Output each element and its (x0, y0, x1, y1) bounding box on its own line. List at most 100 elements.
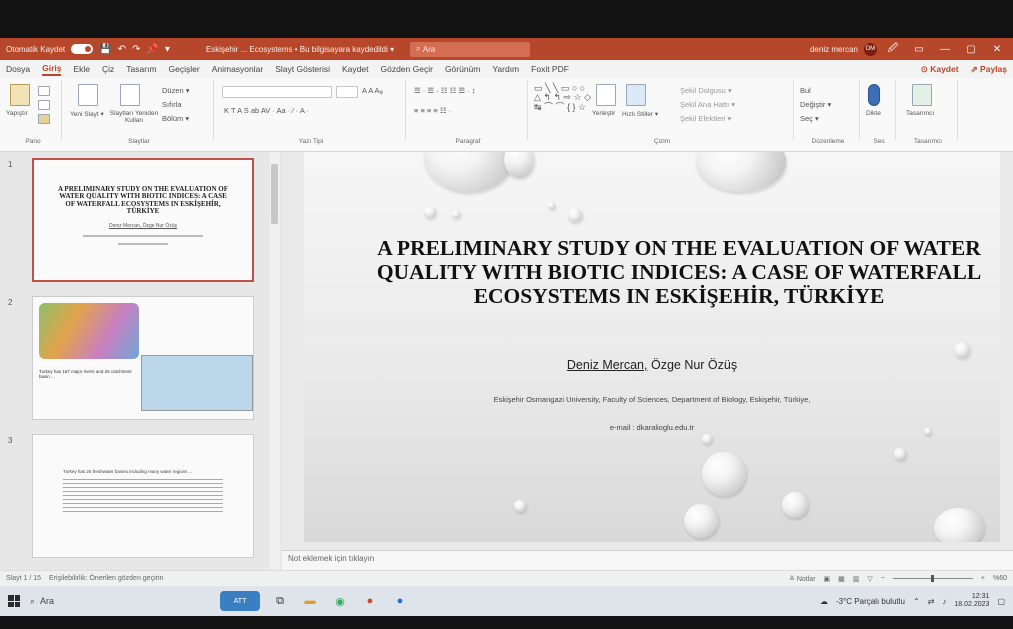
tab-home[interactable]: Giriş (42, 63, 62, 76)
zoom-level[interactable]: %60 (993, 575, 1007, 582)
notes-button[interactable]: ≙ Notlar (789, 575, 815, 583)
slide-thumbnail-2[interactable]: Turkey has 187 major rivers and 25 catch… (32, 296, 254, 420)
record-button[interactable]: ⊙ Kaydet (921, 64, 959, 75)
tab-animations[interactable]: Animasyonlar (212, 64, 264, 74)
new-slide-label[interactable]: Yeni Slayt ▾ (70, 110, 104, 118)
tray-chevron-icon[interactable]: ⌃ (913, 597, 920, 606)
normal-view-icon[interactable]: ▣ (824, 575, 831, 583)
current-slide[interactable]: A PRELIMINARY STUDY ON THE EVALUATION OF… (304, 152, 1000, 542)
new-slide-icon[interactable] (78, 84, 98, 106)
weather-text[interactable]: -3°C Parçalı bulutlu (836, 597, 905, 606)
volume-icon[interactable]: ♪ (942, 597, 946, 606)
slide-affiliation[interactable]: Eskişehir Osmangazi University, Faculty … (304, 395, 1000, 404)
file-explorer-icon[interactable]: ▬ (300, 591, 320, 611)
reset-button[interactable]: Sıfırla (162, 100, 182, 109)
microphone-icon[interactable] (868, 84, 880, 106)
redo-icon[interactable]: ↷ (132, 44, 140, 55)
paste-label[interactable]: Yapıştır (6, 110, 28, 117)
tab-record[interactable]: Kaydet (342, 64, 368, 74)
save-icon[interactable]: 💾 (99, 44, 111, 55)
tab-review[interactable]: Gözden Geçir (380, 64, 432, 74)
group-paragraph: ☰ · ☰ · ☷ ☷ ☰ · ↕ ≡ ≡ ≡ ≡ ☷ · (408, 80, 528, 140)
alignment-icon[interactable]: ≡ ≡ ≡ ≡ ☷ · (414, 106, 451, 115)
grow-shrink-font-icon[interactable]: A A Aᵩ (362, 86, 383, 95)
section-button[interactable]: Bölüm ▾ (162, 114, 189, 123)
font-style-buttons[interactable]: K T A S ab AV · Aa · ⁄ · A · (224, 106, 309, 115)
maximize-button[interactable]: ▢ (961, 44, 981, 55)
font-name-field[interactable] (222, 86, 332, 98)
qat-dropdown-icon[interactable]: ▾ (165, 44, 170, 55)
tab-draw[interactable]: Çiz (102, 64, 114, 74)
paste-icon[interactable] (10, 84, 30, 106)
clock[interactable]: 12:31 18.02.2023 (954, 593, 989, 608)
edge-icon[interactable]: ● (390, 591, 410, 611)
slide-email[interactable]: e-mail : dkaralioglu.edu.tr (304, 423, 1000, 432)
notes-pane[interactable]: Not eklemek için tıklayın (282, 550, 1013, 570)
designer-label[interactable]: Tasarımcı (906, 110, 934, 117)
format-painter-icon[interactable] (38, 114, 50, 124)
shape-fill-button[interactable]: Şekil Dolgusu ▾ (680, 86, 732, 95)
arrange-label[interactable]: Yerleştir (592, 110, 615, 117)
reading-view-icon[interactable]: ▥ (853, 575, 860, 583)
widgets-icon[interactable]: ATT (220, 591, 260, 611)
tab-slideshow[interactable]: Slayt Gösterisi (275, 64, 330, 74)
reuse-slides-icon[interactable] (120, 84, 140, 106)
zoom-in-icon[interactable]: + (981, 575, 985, 582)
arrange-icon[interactable] (596, 84, 616, 106)
avatar[interactable]: DM (864, 42, 877, 56)
document-filename[interactable]: Eskişehir ... Ecosystems • Bu bilgisayar… (206, 45, 394, 54)
layout-button[interactable]: Düzen ▾ (162, 86, 190, 95)
notifications-icon[interactable]: ▢ (997, 597, 1005, 606)
pen-icon[interactable]: 🖉 (883, 41, 903, 58)
reuse-slides-label[interactable]: Slaytları Yeniden Kullan (104, 110, 164, 124)
tab-file[interactable]: Dosya (6, 64, 30, 74)
copy-icon[interactable] (38, 100, 50, 110)
slide-thumbnail-1[interactable]: A PRELIMINARY STUDY ON THE EVALUATION OF… (32, 158, 254, 282)
zoom-out-icon[interactable]: − (881, 575, 885, 582)
network-icon[interactable]: ⇄ (928, 597, 935, 606)
bullets-icon[interactable]: ☰ · ☰ · ☷ ☷ ☰ · ↕ (414, 86, 476, 95)
quick-styles-label[interactable]: Hızlı Stiller ▾ (622, 110, 658, 118)
select-button[interactable]: Seç ▾ (800, 114, 819, 123)
designer-icon[interactable] (912, 84, 932, 106)
slide-sorter-icon[interactable]: ▦ (838, 575, 845, 583)
ribbon-display-icon[interactable]: ▭ (909, 44, 929, 55)
slide-thumbnail-3[interactable]: Turkey has 25 freshwater basins includin… (32, 434, 254, 558)
group-label-voice: Ses (873, 138, 885, 145)
minimize-button[interactable]: — (935, 44, 955, 55)
slide-title[interactable]: A PRELIMINARY STUDY ON THE EVALUATION OF… (374, 236, 984, 308)
font-size-field[interactable] (336, 86, 358, 98)
tab-insert[interactable]: Ekle (73, 64, 90, 74)
shape-outline-button[interactable]: Şekil Ana Hattı ▾ (680, 100, 735, 109)
windows-start-icon[interactable] (8, 595, 20, 607)
slide-authors[interactable]: Deniz Mercan, Özge Nur Özüş (304, 358, 1000, 372)
quick-styles-icon[interactable] (626, 84, 646, 106)
find-button[interactable]: Bul (800, 86, 811, 95)
search-box[interactable]: ⌕ Ara (410, 41, 531, 57)
accessibility-status[interactable]: Erişilebilirlik: Önerilen gözden geçirin (49, 575, 163, 582)
zoom-slider[interactable] (892, 575, 973, 582)
tab-view[interactable]: Görünüm (445, 64, 480, 74)
tab-design[interactable]: Tasarım (126, 64, 156, 74)
slideshow-icon[interactable]: ▽ (867, 575, 872, 583)
thumbnail-scrollbar-thumb[interactable] (271, 164, 278, 224)
tab-foxit-pdf[interactable]: Foxit PDF (531, 64, 569, 74)
search-icon: ⌕ (416, 44, 423, 53)
dictate-label[interactable]: Dikte (866, 110, 881, 117)
cut-icon[interactable] (38, 86, 50, 96)
task-view-icon[interactable]: ⧉ (270, 591, 290, 611)
replace-button[interactable]: Değiştir ▾ (800, 100, 831, 109)
pin-icon[interactable]: 📌 (146, 44, 158, 55)
chrome-icon[interactable]: ◉ (330, 591, 350, 611)
autosave-toggle[interactable] (71, 44, 94, 54)
share-button[interactable]: ⇗ Paylaş (971, 64, 1007, 75)
user-name[interactable]: deniz mercan (810, 45, 858, 54)
tab-transitions[interactable]: Geçişler (169, 64, 200, 74)
taskbar-search[interactable]: ⌕ Ara (30, 596, 150, 607)
powerpoint-icon[interactable]: ● (360, 591, 380, 611)
close-button[interactable]: ✕ (987, 44, 1007, 55)
undo-icon[interactable]: ↶ (118, 44, 126, 55)
shapes-gallery[interactable]: ▭ ╲ ╲ ▭ ○ ○ △ ↰ ↰ ⇨ ☆ ◇ ↹ ⌒ ⌒ { } ☆ (534, 83, 591, 112)
tab-help[interactable]: Yardım (492, 64, 519, 74)
shape-effects-button[interactable]: Şekil Efektleri ▾ (680, 114, 731, 123)
